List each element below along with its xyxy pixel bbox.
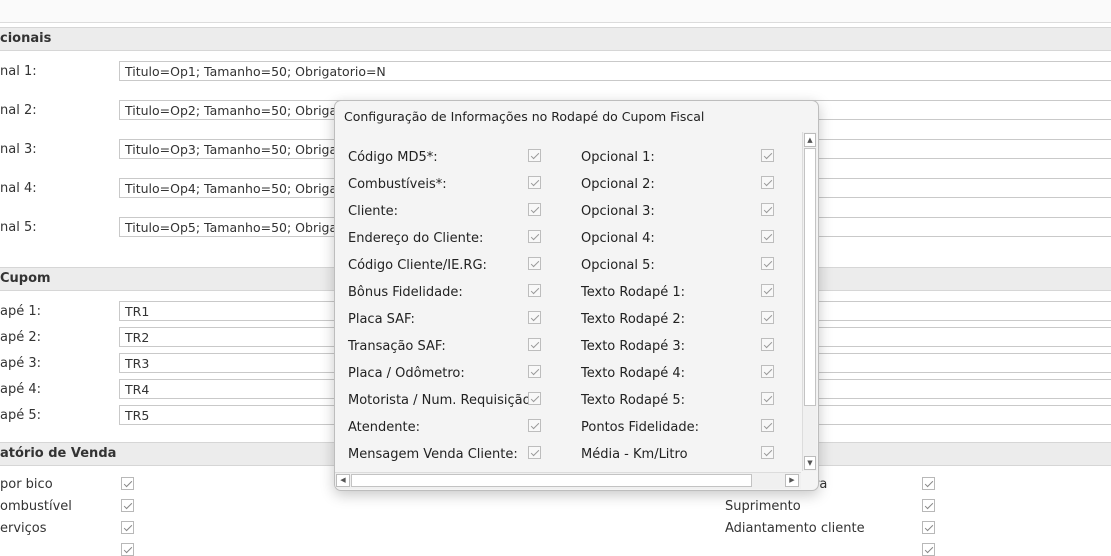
option-opcional-5-checkbox[interactable] [761,257,774,270]
option-label: Mensagem Venda Cliente: [348,447,518,462]
option-label: Opcional 4: [581,231,655,246]
option-placa-odometro-checkbox[interactable] [528,365,541,378]
relatorio-item-label: erviços [0,521,47,536]
relatorio-item-label: por bico [0,477,53,492]
scroll-left-arrow-icon[interactable]: ◀ [336,474,350,487]
option-placa-saf-checkbox[interactable] [528,311,541,324]
vertical-scroll-thumb[interactable] [804,148,816,406]
option-label: Pontos Fidelidade: [581,420,699,435]
option-label: Placa / Odômetro: [348,366,465,381]
option-label: Texto Rodapé 5: [581,393,686,408]
option-atendente-checkbox[interactable] [528,419,541,432]
option-opcional-2-checkbox[interactable] [761,176,774,189]
option-label: Cliente: [348,204,399,219]
option-bonus-checkbox[interactable] [528,284,541,297]
section-opcionais: cionais [0,27,1111,51]
top-bar [0,0,1111,23]
option-label: Opcional 2: [581,177,655,192]
rodape-5-label: apé 5: [0,408,41,423]
horizontal-scrollbar[interactable]: ◀ ▶ [335,472,801,489]
scroll-up-arrow-icon[interactable]: ▲ [804,133,816,147]
opcional-2-label: nal 2: [0,103,37,118]
horizontal-scroll-thumb[interactable] [351,474,752,487]
opcional-3-label: nal 3: [0,142,37,157]
option-label: Motorista / Num. Requisição: [348,393,535,408]
option-label: Opcional 1: [581,150,655,165]
section-title: atório de Venda [0,446,117,461]
relatorio-item-label: Suprimento [725,499,801,514]
option-endereco-checkbox[interactable] [528,230,541,243]
relatorio-checkbox[interactable] [121,543,134,556]
option-label: Bônus Fidelidade: [348,285,463,300]
relatorio-checkbox[interactable] [121,521,134,534]
dialog-body: Código MD5*: Combustíveis*: Cliente: End… [335,132,801,471]
relatorio-item-label: Adiantamento cliente [725,521,865,536]
option-label: Transação SAF: [348,339,446,354]
opcional-5-label: nal 5: [0,220,37,235]
option-codigo-cliente-checkbox[interactable] [528,257,541,270]
opcional-1-label: nal 1: [0,64,37,79]
option-combustiveis-checkbox[interactable] [528,176,541,189]
option-texto-rodape-4-checkbox[interactable] [761,365,774,378]
relatorio-checkbox[interactable] [121,499,134,512]
section-title: Cupom [0,271,51,286]
option-texto-rodape-3-checkbox[interactable] [761,338,774,351]
option-opcional-4-checkbox[interactable] [761,230,774,243]
scroll-right-arrow-icon[interactable]: ▶ [785,474,799,487]
option-label: Texto Rodapé 3: [581,339,686,354]
option-transacao-saf-checkbox[interactable] [528,338,541,351]
option-label: Texto Rodapé 2: [581,312,686,327]
option-opcional-1-checkbox[interactable] [761,149,774,162]
rodape-3-label: apé 3: [0,356,41,371]
option-texto-rodape-1-checkbox[interactable] [761,284,774,297]
option-label: Código Cliente/IE.RG: [348,258,487,273]
rodape-config-dialog: Configuração de Informações no Rodapé do… [334,100,819,491]
option-texto-rodape-5-checkbox[interactable] [761,392,774,405]
rodape-2-label: apé 2: [0,330,41,345]
scroll-down-arrow-icon[interactable]: ▼ [804,456,816,470]
option-motorista-checkbox[interactable] [528,392,541,405]
rodape-1-label: apé 1: [0,304,41,319]
option-cliente-checkbox[interactable] [528,203,541,216]
option-label: Combustíveis*: [348,177,447,192]
option-label: Texto Rodapé 4: [581,366,686,381]
option-label: Placa SAF: [348,312,415,327]
option-texto-rodape-2-checkbox[interactable] [761,311,774,324]
vertical-scrollbar[interactable]: ▲ ▼ [802,132,817,471]
rodape-4-label: apé 4: [0,382,41,397]
opcional-4-label: nal 4: [0,181,37,196]
relatorio-checkbox[interactable] [922,477,935,490]
dialog-title: Configuração de Informações no Rodapé do… [344,109,705,124]
option-pontos-fidelidade-checkbox[interactable] [761,419,774,432]
option-label: Endereço do Cliente: [348,231,484,246]
option-label: Opcional 3: [581,204,655,219]
option-opcional-3-checkbox[interactable] [761,203,774,216]
relatorio-checkbox[interactable] [922,521,935,534]
section-title: cionais [0,31,52,46]
option-label: Texto Rodapé 1: [581,285,686,300]
option-media-km-litro-checkbox[interactable] [761,446,774,459]
option-label: Código MD5*: [348,150,438,165]
relatorio-checkbox[interactable] [121,477,134,490]
option-label: Média - Km/Litro [581,447,688,462]
opcional-1-field[interactable]: Titulo=Op1; Tamanho=50; Obrigatorio=N [119,61,1111,81]
option-md5-checkbox[interactable] [528,149,541,162]
option-label: Opcional 5: [581,258,655,273]
option-label: Atendente: [348,420,420,435]
relatorio-checkbox[interactable] [922,499,935,512]
option-mensagem-checkbox[interactable] [528,446,541,459]
relatorio-item-label: ombustível [0,499,72,514]
relatorio-checkbox[interactable] [922,543,935,556]
